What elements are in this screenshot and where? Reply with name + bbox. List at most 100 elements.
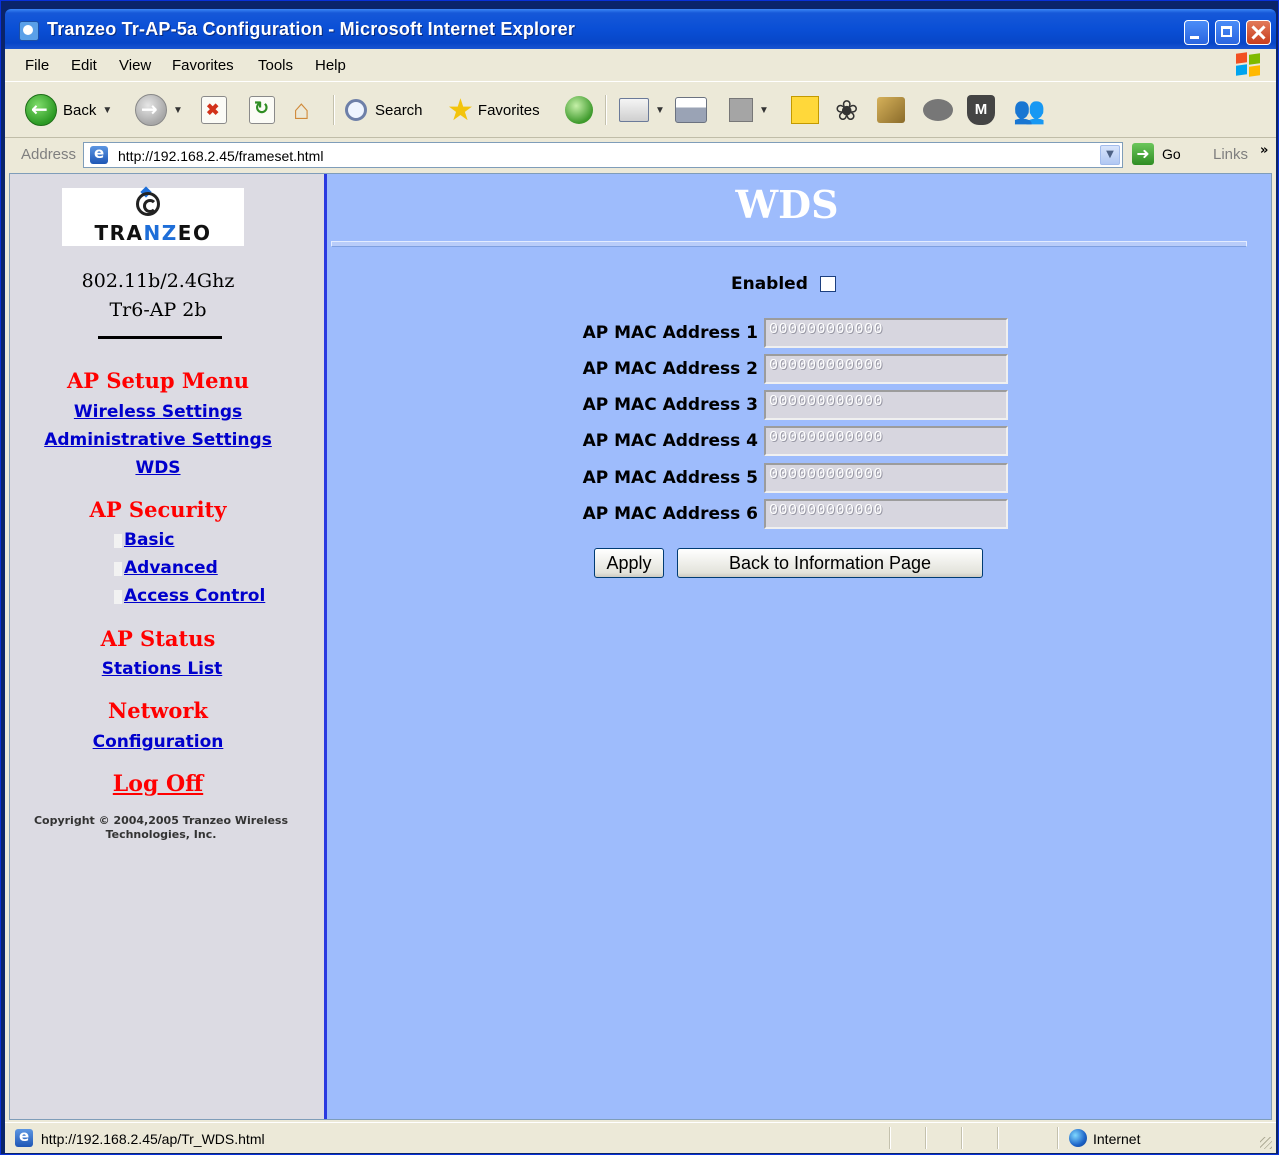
mac-row: AP MAC Address 3 000000000000 bbox=[572, 390, 1008, 420]
printer-icon bbox=[675, 97, 707, 123]
model-line-1: 802.11b/2.4Ghz bbox=[81, 270, 235, 292]
stop-icon: ✖ bbox=[201, 96, 227, 124]
history-button[interactable] bbox=[565, 93, 593, 127]
favorites-button[interactable]: ★ Favorites bbox=[447, 93, 540, 127]
note-icon bbox=[791, 96, 819, 124]
minimize-button[interactable] bbox=[1184, 20, 1209, 45]
search-icon bbox=[345, 99, 367, 121]
home-button[interactable]: ⌂ bbox=[293, 93, 310, 127]
menu-favorites[interactable]: Favorites bbox=[172, 57, 234, 74]
mac-row: AP MAC Address 4 000000000000 bbox=[572, 426, 1008, 456]
left-nav-frame: TRANZEO 802.11b/2.4Ghz Tr6-AP 2b AP Setu… bbox=[10, 174, 327, 1119]
copyright-text: Copyright © 2004,2005 Tranzeo Wireless T… bbox=[33, 814, 289, 841]
enabled-checkbox[interactable] bbox=[819, 276, 836, 292]
nav-administrative-settings[interactable]: Administrative Settings bbox=[10, 430, 306, 450]
security-heading: AP Security bbox=[89, 497, 227, 522]
mac-address-2-input[interactable]: 000000000000 bbox=[764, 354, 1008, 384]
forward-arrow-icon bbox=[135, 94, 167, 126]
mac-address-4-input[interactable]: 000000000000 bbox=[764, 426, 1008, 456]
forward-button[interactable]: ▼ bbox=[135, 93, 183, 127]
go-arrow-icon: ➜ bbox=[1132, 143, 1154, 165]
notes-button[interactable] bbox=[791, 93, 819, 127]
close-button[interactable] bbox=[1246, 20, 1271, 45]
history-icon bbox=[565, 96, 593, 124]
chevron-down-icon: ▼ bbox=[102, 104, 113, 116]
search-button[interactable]: Search bbox=[345, 93, 423, 127]
links-button[interactable]: Links bbox=[1213, 146, 1248, 163]
print-button[interactable] bbox=[675, 93, 707, 127]
mail-button[interactable]: ▼ bbox=[619, 93, 665, 127]
bullet-icon bbox=[114, 534, 122, 548]
chevron-down-icon: ▼ bbox=[759, 104, 769, 116]
menu-tools[interactable]: Tools bbox=[258, 57, 293, 74]
setup-menu-heading: AP Setup Menu bbox=[66, 368, 250, 393]
status-url: http://192.168.2.45/ap/Tr_WDS.html bbox=[41, 1131, 265, 1147]
nav-wds[interactable]: WDS bbox=[10, 458, 306, 478]
address-dropdown-icon[interactable]: ▼ bbox=[1100, 145, 1120, 165]
page-icon bbox=[15, 1127, 33, 1147]
maximize-button[interactable] bbox=[1215, 20, 1240, 45]
address-input[interactable]: http://192.168.2.45/frameset.html ▼ bbox=[83, 142, 1123, 168]
chevron-down-icon: ▼ bbox=[173, 104, 183, 116]
divider bbox=[98, 336, 222, 339]
apply-button[interactable]: Apply bbox=[594, 548, 664, 578]
title-bar[interactable]: Tranzeo Tr-AP-5a Configuration - Microso… bbox=[5, 9, 1276, 49]
refresh-icon: ↻ bbox=[249, 96, 275, 124]
back-to-information-button[interactable]: Back to Information Page bbox=[677, 548, 983, 578]
messenger-button[interactable]: ❀ bbox=[835, 93, 858, 127]
go-button[interactable]: ➜ Go bbox=[1132, 143, 1181, 165]
edit-button[interactable]: ▼ bbox=[729, 93, 769, 127]
users-button[interactable]: 👥 bbox=[1013, 93, 1045, 127]
enabled-label: Enabled bbox=[731, 274, 808, 294]
page-title: WDS bbox=[735, 182, 839, 227]
nav-stations-list[interactable]: Stations List bbox=[14, 659, 310, 679]
mac-row: AP MAC Address 2 000000000000 bbox=[572, 354, 1008, 384]
m-shield-icon: M bbox=[967, 95, 995, 125]
status-bar: http://192.168.2.45/ap/Tr_WDS.html Inter… bbox=[5, 1122, 1276, 1153]
mac-address-6-input[interactable]: 000000000000 bbox=[764, 499, 1008, 529]
mac-label: AP MAC Address 2 bbox=[582, 359, 758, 379]
nav-advanced[interactable]: Advanced bbox=[124, 558, 218, 578]
bullet-icon bbox=[114, 590, 122, 604]
menu-view[interactable]: View bbox=[119, 57, 151, 74]
back-button[interactable]: Back ▼ bbox=[25, 93, 112, 127]
address-label: Address bbox=[21, 146, 77, 163]
favorites-button-label: Favorites bbox=[477, 101, 540, 119]
mac-address-1-input[interactable]: 000000000000 bbox=[764, 318, 1008, 348]
mac-label: AP MAC Address 4 bbox=[582, 431, 758, 451]
menu-help[interactable]: Help bbox=[315, 57, 346, 74]
enabled-row: Enabled bbox=[731, 274, 836, 294]
research-button[interactable] bbox=[877, 93, 905, 127]
go-label: Go bbox=[1162, 146, 1181, 162]
mac-label: AP MAC Address 6 bbox=[582, 504, 758, 524]
resize-grip-icon[interactable] bbox=[1260, 1137, 1272, 1149]
mac-address-3-input[interactable]: 000000000000 bbox=[764, 390, 1008, 420]
title-divider bbox=[331, 241, 1247, 247]
menu-edit[interactable]: Edit bbox=[71, 57, 97, 74]
address-bar: Address http://192.168.2.45/frameset.htm… bbox=[5, 139, 1276, 171]
back-arrow-icon bbox=[25, 94, 57, 126]
discuss-button[interactable] bbox=[923, 93, 953, 127]
stop-button[interactable]: ✖ bbox=[201, 93, 227, 127]
users-icon: 👥 bbox=[1013, 94, 1046, 125]
nav-basic[interactable]: Basic bbox=[124, 530, 174, 550]
search-button-label: Search bbox=[375, 101, 423, 119]
nav-wireless-settings[interactable]: Wireless Settings bbox=[10, 402, 306, 422]
mac-row: AP MAC Address 1 000000000000 bbox=[572, 318, 1008, 348]
refresh-button[interactable]: ↻ bbox=[249, 93, 275, 127]
chevron-down-icon: ▼ bbox=[655, 104, 665, 116]
m-button[interactable]: M bbox=[967, 93, 995, 127]
nav-configuration[interactable]: Configuration bbox=[10, 732, 306, 752]
log-off-link[interactable]: Log Off bbox=[10, 771, 306, 797]
mac-label: AP MAC Address 1 bbox=[582, 323, 758, 343]
menu-bar: File Edit View Favorites Tools Help bbox=[5, 49, 1276, 82]
nav-access-control[interactable]: Access Control bbox=[124, 586, 265, 606]
mac-address-5-input[interactable]: 000000000000 bbox=[764, 463, 1008, 493]
menu-file[interactable]: File bbox=[25, 57, 49, 74]
chevron-right-icon[interactable]: » bbox=[1260, 143, 1268, 158]
mac-row: AP MAC Address 6 000000000000 bbox=[572, 499, 1008, 529]
security-zone: Internet bbox=[1093, 1131, 1141, 1147]
tranzeo-logo: TRANZEO bbox=[62, 186, 244, 246]
toolbar: Back ▼ ▼ ✖ ↻ ⌂ Search ★ Fav bbox=[5, 83, 1276, 138]
network-heading: Network bbox=[108, 698, 208, 723]
